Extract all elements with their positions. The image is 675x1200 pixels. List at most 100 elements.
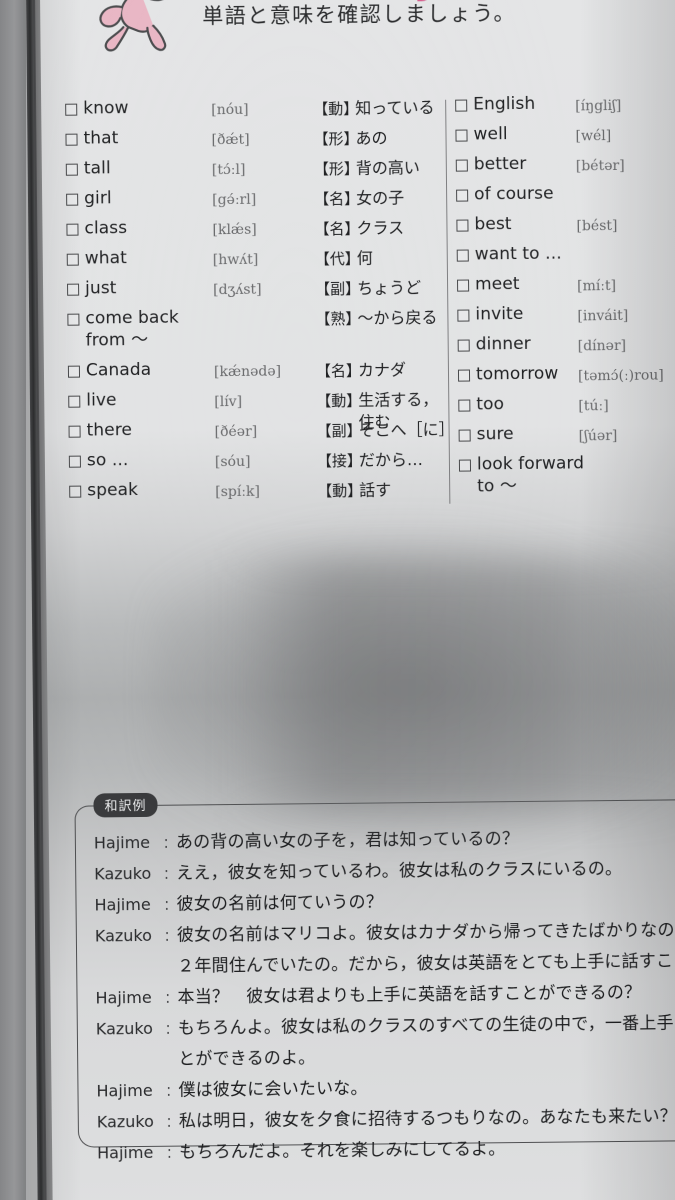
vocabulary-word: well <box>473 124 508 145</box>
dialogue-text: ２年間住んでいたの。だから，彼女は英語をとても上手に話すことが <box>177 951 675 977</box>
vocabulary-checkbox[interactable] <box>65 163 78 176</box>
word-meaning: クラス <box>356 218 405 238</box>
vocabulary-checkbox[interactable] <box>458 429 471 442</box>
vocabulary-checkbox[interactable] <box>457 279 470 292</box>
dialogue-colon: : <box>165 989 171 1007</box>
vocabulary-word: girl <box>84 188 112 209</box>
vocabulary-checkbox[interactable] <box>67 313 80 326</box>
vocabulary-checkbox[interactable] <box>456 189 469 202</box>
vocabulary-checkbox[interactable] <box>456 219 469 232</box>
vocabulary-word: English <box>473 93 536 115</box>
vocabulary-row: of course【熟】 <box>456 181 675 214</box>
vocabulary-checkbox[interactable] <box>457 339 470 352</box>
vocabulary-checkbox[interactable] <box>455 129 468 142</box>
pronunciation-text: [ʃúər] <box>578 427 618 445</box>
vocabulary-checkbox[interactable] <box>68 425 81 438</box>
dialogue-colon: : <box>167 1144 172 1162</box>
vocabulary-row: sure[ʃúər]【副】 <box>458 421 675 454</box>
dialogue-speaker: Kazuko <box>94 925 153 946</box>
part-of-speech-marker: 【名】 <box>314 189 360 209</box>
part-of-speech-marker: 【熟】 <box>315 309 361 329</box>
vocabulary-word: tomorrow <box>475 363 559 385</box>
desk-surface-left <box>0 0 26 1200</box>
textbook-page: Vocabulary 単語と意味を確認しましょう。 know[nóu]【動】知っ… <box>40 0 675 1200</box>
vocabulary-column-right: English[íŋgliʃ]【名】well[wél]【副】better[bét… <box>455 91 675 506</box>
photographed-textbook-page: Vocabulary 単語と意味を確認しましょう。 know[nóu]【動】知っ… <box>0 0 675 1200</box>
part-of-speech-marker: 【動】 <box>316 391 362 411</box>
dialogue-text: ええ，彼女を知っているわ。彼女は私のクラスにいるの。 <box>176 858 623 884</box>
vocabulary-row: better[bétər]【副】 <box>455 151 675 184</box>
part-of-speech-marker: 【名】 <box>315 361 362 381</box>
vocabulary-row: what [hwʌ́t] 【代】何 <box>66 244 447 278</box>
part-of-speech-marker: 【動】 <box>317 481 363 501</box>
vocabulary-row: girl [gə́ːrl] 【名】 女の子 <box>66 184 446 218</box>
part-of-speech-marker: 【副】 <box>315 279 361 299</box>
pronunciation-text: [míːt] <box>577 277 617 295</box>
vocabulary-checkbox[interactable] <box>457 369 471 382</box>
page-header: Vocabulary 単語と意味を確認しましょう。 <box>99 0 675 71</box>
vocabulary-checkbox[interactable] <box>457 309 470 322</box>
word-meaning: ～から戻る <box>357 307 438 328</box>
dialogue-text: 本当？ 彼女は君よりも上手に英語を話すことができるの？ <box>177 982 642 1008</box>
pronunciation-text: [wél] <box>575 128 612 145</box>
pronunciation-text: [íŋgliʃ] <box>575 97 622 115</box>
vocabulary-word: dinner <box>475 333 531 355</box>
dialogue-colon: : <box>164 865 169 883</box>
vocabulary-word: want to ... <box>474 243 562 265</box>
dialogue-colon: : <box>164 896 170 914</box>
word-meaning: カナダ <box>357 360 407 380</box>
vocabulary-word: so ... <box>86 450 129 471</box>
dialogue-text: とができるのよ。 <box>178 1048 316 1070</box>
vocabulary-row: there [ðéər] 【副】 そこへ［に］ <box>68 416 455 450</box>
vocabulary-checkbox[interactable] <box>455 159 468 172</box>
dialogue-speaker: Hajime <box>93 832 151 853</box>
pronunciation-text: [kǽnədə] <box>213 363 282 381</box>
word-meaning: だから… <box>358 450 424 470</box>
vocabulary-row: know [nóu] 【動】 知っている <box>65 94 445 128</box>
vocabulary-row: tomorrow[təmɔ́(ː)rou]【副】 <box>457 361 675 394</box>
vocabulary-word: too <box>476 394 505 415</box>
vocabulary-checkbox[interactable] <box>68 455 81 468</box>
vocabulary-checkbox[interactable] <box>65 133 78 146</box>
dialogue-colon: : <box>166 1082 172 1100</box>
dialogue-text: あの背の高い女の子を，君は知っているの？ <box>175 829 520 853</box>
vocabulary-row: come back from ～ 【熟】 ～から戻る <box>67 304 448 360</box>
vocabulary-row: too[túː]【副】 <box>458 391 675 424</box>
dialogue-lines: Hajime: あの背の高い女の子を，君は知っているの？ Kazuko: ええ，彼女を… <box>94 822 675 1170</box>
pronunciation-text: [dínər] <box>577 337 627 355</box>
word-meaning: 知っている <box>355 97 435 118</box>
vocabulary-checkbox[interactable] <box>66 223 79 236</box>
part-of-speech-marker: 【接】 <box>316 451 363 471</box>
word-meaning: そこへ［に］ <box>358 419 455 440</box>
vocabulary-checkbox[interactable] <box>456 249 469 262</box>
dialogue-colon: : <box>164 927 170 945</box>
dialogue-line: Hajime: もちろんだよ。それを楽しみにしてるよ。 <box>97 1132 675 1170</box>
vocabulary-checkbox[interactable] <box>455 99 468 112</box>
vocabulary-row: best[bést]【副】 <box>456 211 675 244</box>
vocabulary-checkbox[interactable] <box>65 103 78 116</box>
vocabulary-checkbox[interactable] <box>66 193 79 206</box>
vocabulary-section: know [nóu] 【動】 知っている that [ðǽt] 【形】 あの tall [tɔ́ː… <box>51 91 675 504</box>
vocabulary-checkbox[interactable] <box>67 283 80 296</box>
dialogue-speaker: Kazuko <box>96 1111 154 1132</box>
vocabulary-row: invite[inváit]【動】 <box>457 301 675 334</box>
part-of-speech-marker: 【副】 <box>316 421 362 441</box>
dialogue-speaker: Kazuko <box>94 863 152 884</box>
vocabulary-checkbox[interactable] <box>67 365 81 378</box>
pronunciation-text: [təmɔ́(ː)rou] <box>577 367 664 385</box>
word-meaning: 話す <box>359 480 392 500</box>
dialogue-text: 彼女の名前は何ていうの？ <box>176 892 384 915</box>
pronunciation-text: [hwʌ́t] <box>212 251 259 269</box>
vocabulary-checkbox[interactable] <box>68 395 81 408</box>
page-subtitle: 単語と意味を確認しましょう。 <box>202 1 517 29</box>
vocabulary-checkbox[interactable] <box>69 485 82 498</box>
vocabulary-checkbox[interactable] <box>66 253 79 266</box>
vocabulary-word: come back from ～ <box>85 307 179 351</box>
vocabulary-word: there <box>86 420 133 441</box>
dialogue-speaker: Hajime <box>97 1142 154 1163</box>
vocabulary-checkbox[interactable] <box>458 459 472 472</box>
pronunciation-text: [ðéər] <box>214 423 258 441</box>
vocabulary-checkbox[interactable] <box>458 399 471 412</box>
dialogue-colon: : <box>165 1020 171 1038</box>
vocabulary-row: Canada [kǽnədə] 【名】 カナダ <box>67 356 448 390</box>
